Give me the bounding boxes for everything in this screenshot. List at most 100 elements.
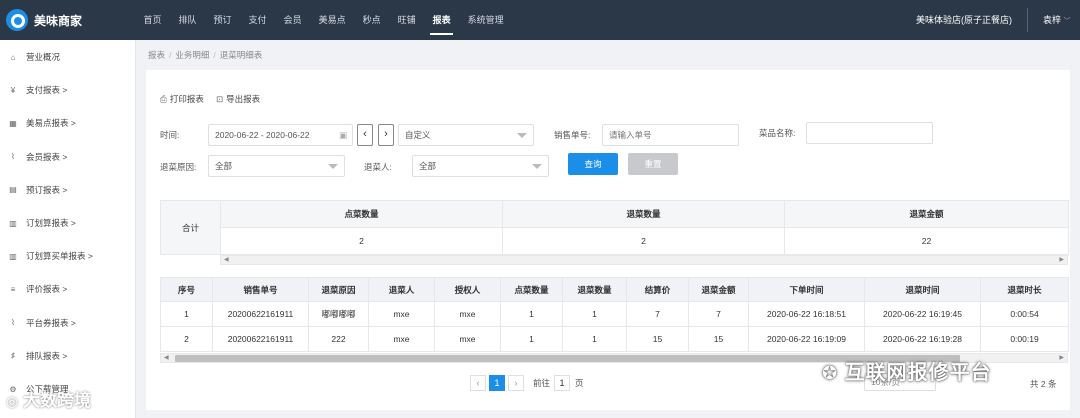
summary-header: 退菜金额 [784,200,1069,228]
watermark-right-text: 互联网报修平台 [844,362,992,384]
sidebar-item-label: 评价报表 > [26,284,68,295]
nav-item[interactable]: 美易点 [310,0,354,40]
scroll-right-icon[interactable]: ▶ [1059,256,1064,264]
table-cell: mxe [368,326,435,352]
return-person-value: 全部 [419,161,437,171]
printer-icon: ⎙ [160,93,167,104]
chevron-down-icon [532,164,542,169]
table-cell: 1 [562,326,627,352]
main-nav: 首页 排队 预订 支付 会员 美易点 秒点 旺铺 报表 系统管理 [135,0,512,40]
nav-item[interactable]: 会员 [275,0,310,40]
table-cell: mxe [368,301,435,327]
chevron-down-icon [328,164,338,169]
table-cell: 20200622161911 [212,326,309,352]
breadcrumb-item[interactable]: 报表 [148,50,165,60]
sidebar-item[interactable]: ▦ 美易点报表 > [8,113,76,133]
sidebar-item[interactable]: ⌂ 营业概况 [8,47,60,67]
return-person-label: 退菜人: [364,162,392,172]
column-header: 退菜时长 [980,277,1069,302]
sidebar-item[interactable]: ⌇ 会员报表 > [8,147,67,167]
app-logo[interactable]: 美味商家 [6,9,82,31]
logo-icon [6,9,28,31]
date-range-value: 2020-06-22 - 2020-06-22 [215,130,310,140]
summary-horizontal-scrollbar[interactable]: ◀ ▶ [220,255,1068,265]
dish-name-label: 菜品名称: [759,128,796,138]
nav-item[interactable]: 报表 [424,0,459,40]
nav-item[interactable]: 排队 [170,0,205,40]
grid-icon: ▦ [9,118,17,128]
table-row[interactable]: 2 20200622161911 222 mxe mxe 1 1 15 15 2020-06-22… [160,326,1069,352]
scroll-right-icon[interactable]: ▶ [1059,354,1064,362]
user-menu[interactable]: 袁梓 ﹀ [1043,0,1071,42]
column-header: 退菜数量 [562,277,627,302]
nav-item[interactable]: 秒点 [354,0,389,40]
sidebar-item[interactable]: ¥ 支付报表 > [8,80,68,100]
dish-name-input[interactable] [806,122,933,144]
return-reason-select[interactable]: 全部 [208,155,345,177]
summary-header: 退菜数量 [502,200,785,228]
sidebar-item-label: 排队报表 > [26,350,68,361]
sidebar-item[interactable]: ▥ 订划算报表 > [8,213,76,233]
column-header: 点菜数量 [500,277,563,302]
print-report-button[interactable]: ⎙ 打印报表 [160,93,204,105]
export-report-label: 导出报表 [226,94,261,104]
nav-item[interactable]: 预订 [205,0,240,40]
calendar-icon: ▤ [9,185,17,195]
app-name: 美味商家 [34,13,83,28]
divider [1027,8,1028,32]
next-date-button[interactable]: › [378,124,394,146]
print-report-label: 打印报表 [169,94,204,104]
pagination: ‹ 1 › 前往 1 页 [470,375,584,391]
query-button[interactable]: 查询 [568,153,618,175]
page-number[interactable]: 1 [489,375,505,391]
export-report-button[interactable]: ⊡ 导出报表 [216,93,260,105]
sidebar-item[interactable]: ▤ 预订报表 > [8,180,67,200]
queue-icon: ♯ [11,351,15,361]
summary-table: 合计 点菜数量 退菜数量 退菜金额 2 2 22 [160,200,1069,255]
breadcrumb: 报表 / 业务明细 / 退菜明细表 [148,50,263,60]
sidebar-item-label: 会员报表 > [26,151,68,162]
table-cell: 2020-06-22 16:19:45 [864,301,981,327]
sidebar-item[interactable]: ▥ 订划算买单报表 > [8,246,93,266]
top-navbar: 美味商家 首页 排队 预订 支付 会员 美易点 秒点 旺铺 报表 系统管理 美味体验店(原子正餐店… [0,0,1080,40]
time-label: 时间: [160,130,180,140]
scroll-left-icon[interactable]: ◀ [164,354,169,362]
page-unit-label: 页 [575,378,584,388]
order-number-input[interactable] [602,124,739,146]
table-cell: 嘟嘟嘟嘟 [308,301,369,327]
table-cell: 1 [500,326,563,352]
export-icon: ⊡ [216,93,224,104]
prev-date-button[interactable]: ‹ [357,124,373,146]
breadcrumb-item[interactable]: 业务明细 [175,50,209,60]
table-cell: 2020-06-22 16:19:28 [864,326,981,352]
reset-button[interactable]: 重置 [628,153,678,175]
scroll-left-icon[interactable]: ◀ [224,256,229,264]
nav-item[interactable]: 旺铺 [389,0,424,40]
user-name: 袁梓 [1043,15,1062,25]
store-name[interactable]: 美味体验店(原子正餐店) [916,0,1012,40]
column-header: 退菜金额 [688,277,749,302]
sidebar-item[interactable]: ≡ 评价报表 > [8,279,68,299]
bar-chart-icon: ▥ [9,251,17,261]
table-cell: 20200622161911 [212,301,309,327]
column-header: 结算价 [626,277,689,302]
prev-page-button[interactable]: ‹ [470,375,486,391]
table-cell: 15 [626,326,689,352]
column-header: 序号 [160,277,213,302]
sidebar-item[interactable]: ♯ 排队报表 > [8,346,67,366]
sidebar-item[interactable]: ⌇ 平台券报表 > [8,313,76,333]
nav-item[interactable]: 系统管理 [459,0,512,40]
period-select[interactable]: 自定义 [398,124,534,146]
date-range-picker[interactable]: 2020-06-22 - 2020-06-22 ▣ [208,124,353,146]
column-header: 退菜人 [368,277,435,302]
table-cell: 0:00:54 [980,301,1069,327]
table-cell: 2020-06-22 16:18:51 [748,301,865,327]
next-page-button[interactable]: › [508,375,524,391]
table-cell: 7 [626,301,689,327]
return-person-select[interactable]: 全部 [412,155,549,177]
goto-page-input[interactable]: 1 [554,375,571,391]
nav-item[interactable]: 支付 [240,0,275,40]
bar-chart-icon: ▥ [9,218,17,228]
table-row[interactable]: 1 20200622161911 嘟嘟嘟嘟 mxe mxe 1 1 7 7 2020-06-22 … [160,301,1069,327]
nav-item[interactable]: 首页 [135,0,170,40]
